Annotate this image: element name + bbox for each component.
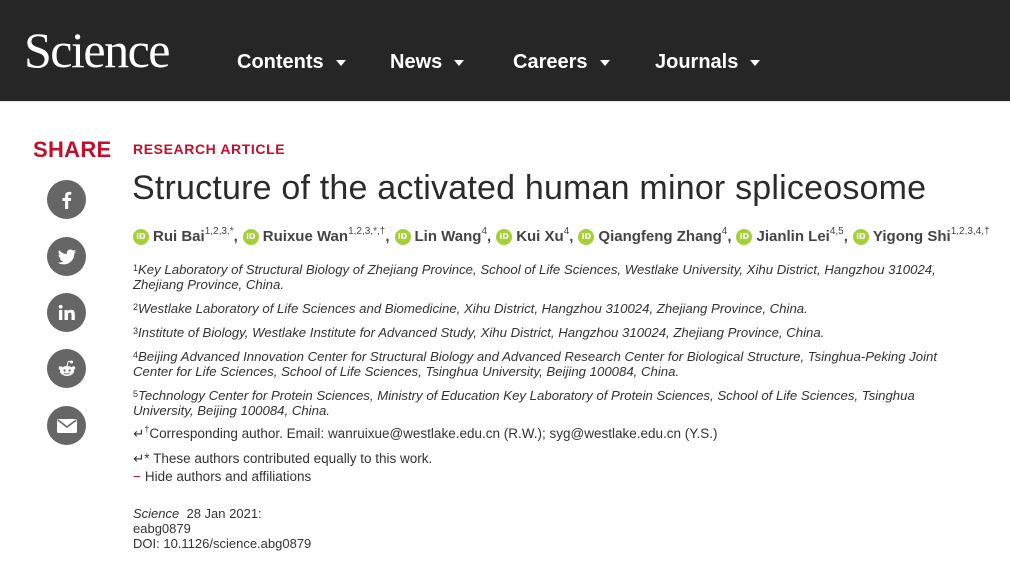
affiliation-number: 5 — [133, 389, 139, 399]
orcid-icon[interactable]: iD — [736, 228, 753, 245]
share-reddit-button[interactable] — [47, 349, 86, 388]
affiliation-item: 3Institute of Biology, Westlake Institut… — [133, 325, 978, 340]
corresponding-prefix: Corresponding author. Email: — [149, 426, 328, 441]
author-name: Yigong Shi — [872, 228, 951, 245]
author-name: Rui Bai — [153, 228, 205, 245]
nav-careers[interactable]: Careers — [513, 48, 610, 76]
affiliation-text: Institute of Biology, Westlake Institute… — [138, 325, 825, 340]
affiliation-text: Technology Center for Protein Sciences, … — [133, 388, 915, 418]
twitter-icon — [57, 248, 76, 264]
orcid-icon[interactable]: iD — [133, 228, 149, 245]
publication-date: 28 Jan 2021: — [186, 506, 262, 521]
affiliation-item: 5Technology Center for Protein Sciences,… — [133, 388, 978, 418]
affiliation-item: 4Beijing Advanced Innovation Center for … — [133, 349, 978, 379]
science-logo[interactable]: Science — [24, 22, 170, 78]
doi[interactable]: DOI: 10.1126/science.abg0879 — [133, 536, 311, 551]
nav-news[interactable]: News — [390, 48, 465, 76]
author-affiliation-marks: 4 — [563, 226, 570, 237]
orcid-icon[interactable]: iD — [394, 228, 411, 245]
orcid-icon[interactable]: iD — [242, 228, 259, 245]
journal-name: Science — [133, 506, 180, 521]
share-linkedin-button[interactable] — [47, 293, 86, 332]
email-icon — [56, 418, 77, 433]
author-affiliation-marks: 1,2,3,*,† — [348, 226, 386, 237]
author-name: Lin Wang — [414, 228, 482, 245]
author-link[interactable]: iD Jianlin Lei 4,5 — [736, 226, 844, 245]
author-link[interactable]: iD Kui Xu 4 — [496, 226, 570, 245]
share-twitter-button[interactable] — [47, 237, 86, 276]
affiliation-item: 2Westlake Laboratory of Life Sciences an… — [133, 301, 978, 316]
equal-contribution-note: ↵* These authors contributed equally to … — [133, 451, 433, 466]
affiliation-number: 3 — [133, 326, 139, 336]
affiliation-item: 1Key Laboratory of Structural Biology of… — [133, 262, 978, 292]
share-email-button[interactable] — [47, 406, 86, 445]
affiliation-number: 1 — [133, 263, 139, 273]
author-affiliation-marks: 1,2,3,4,† — [950, 226, 990, 237]
hide-authors-toggle[interactable]: − Hide authors and affiliations — [133, 469, 311, 484]
chevron-down-icon — [335, 60, 346, 66]
publication-meta: Science 28 Jan 2021: eabg0879 DOI: 10.11… — [133, 506, 311, 551]
author-affiliation-marks: 1,2,3,* — [204, 226, 234, 237]
dagger-mark: † — [144, 424, 150, 434]
author-affiliation-marks: 4 — [481, 226, 488, 237]
reddit-icon — [58, 360, 75, 376]
affiliation-number: 4 — [133, 350, 139, 360]
author-name: Jianlin Lei — [756, 228, 830, 245]
article-id: eabg0879 — [133, 521, 191, 536]
author-link[interactable]: iD Qiangfeng Zhang 4 — [578, 226, 728, 245]
author-name: Ruixue Wan — [262, 228, 349, 245]
share-facebook-button[interactable] — [47, 180, 86, 219]
author-link[interactable]: iD Yigong Shi 1,2,3,4,† — [852, 226, 990, 245]
orcid-icon[interactable]: iD — [852, 228, 869, 245]
return-arrow[interactable]: ↵ — [133, 426, 144, 441]
affiliation-number: 2 — [133, 302, 139, 312]
nav-label: Careers — [513, 50, 588, 73]
chevron-down-icon — [599, 60, 610, 66]
corresponding-author-note: ↵†Corresponding author. Email: wanruixue… — [133, 424, 718, 442]
author-link[interactable]: iD Ruixue Wan 1,2,3,*,† — [242, 226, 386, 245]
author-affiliation-marks: 4,5 — [829, 226, 844, 237]
minus-icon: − — [133, 469, 141, 484]
affiliation-text: Beijing Advanced Innovation Center for S… — [133, 349, 938, 379]
orcid-icon[interactable]: iD — [578, 228, 595, 245]
nav-journals[interactable]: Journals — [655, 48, 761, 76]
chevron-down-icon — [750, 60, 761, 66]
article-title: Structure of the activated human minor s… — [132, 169, 927, 207]
top-navigation-bar: Science Contents News Careers Journals — [0, 0, 1010, 101]
affiliation-text: Key Laboratory of Structural Biology of … — [133, 262, 936, 292]
affiliation-text: Westlake Laboratory of Life Sciences and… — [138, 301, 808, 316]
journal-date-line: Science 28 Jan 2021: — [133, 506, 311, 521]
facebook-icon — [62, 191, 71, 209]
author-name: Kui Xu — [516, 228, 564, 245]
chevron-down-icon — [454, 60, 465, 66]
hide-authors-label: Hide authors and affiliations — [144, 469, 312, 484]
linkedin-icon — [58, 304, 75, 320]
email-link-shi[interactable]: syg@westlake.edu.cn — [549, 426, 681, 441]
corresponding-mid: (R.W.); — [499, 426, 550, 441]
nav-label: Contents — [237, 50, 324, 73]
author-link[interactable]: iD Rui Bai 1,2,3,* — [133, 226, 234, 245]
author-affiliation-marks: 4 — [721, 226, 728, 237]
orcid-icon[interactable]: iD — [496, 228, 513, 245]
email-link-wan[interactable]: wanruixue@westlake.edu.cn — [328, 426, 500, 441]
share-heading: SHARE — [33, 137, 112, 162]
author-link[interactable]: iD Lin Wang 4 — [394, 226, 488, 245]
corresponding-suffix: (Y.S.) — [681, 426, 718, 441]
author-list: iD Rui Bai 1,2,3,* , iD Ruixue Wan 1,2,3… — [133, 226, 990, 245]
nav-label: News — [390, 50, 443, 73]
nav-label: Journals — [655, 50, 739, 73]
nav-contents[interactable]: Contents — [237, 48, 346, 76]
author-name: Qiangfeng Zhang — [598, 228, 722, 245]
article-type-label: RESEARCH ARTICLE — [133, 141, 286, 157]
